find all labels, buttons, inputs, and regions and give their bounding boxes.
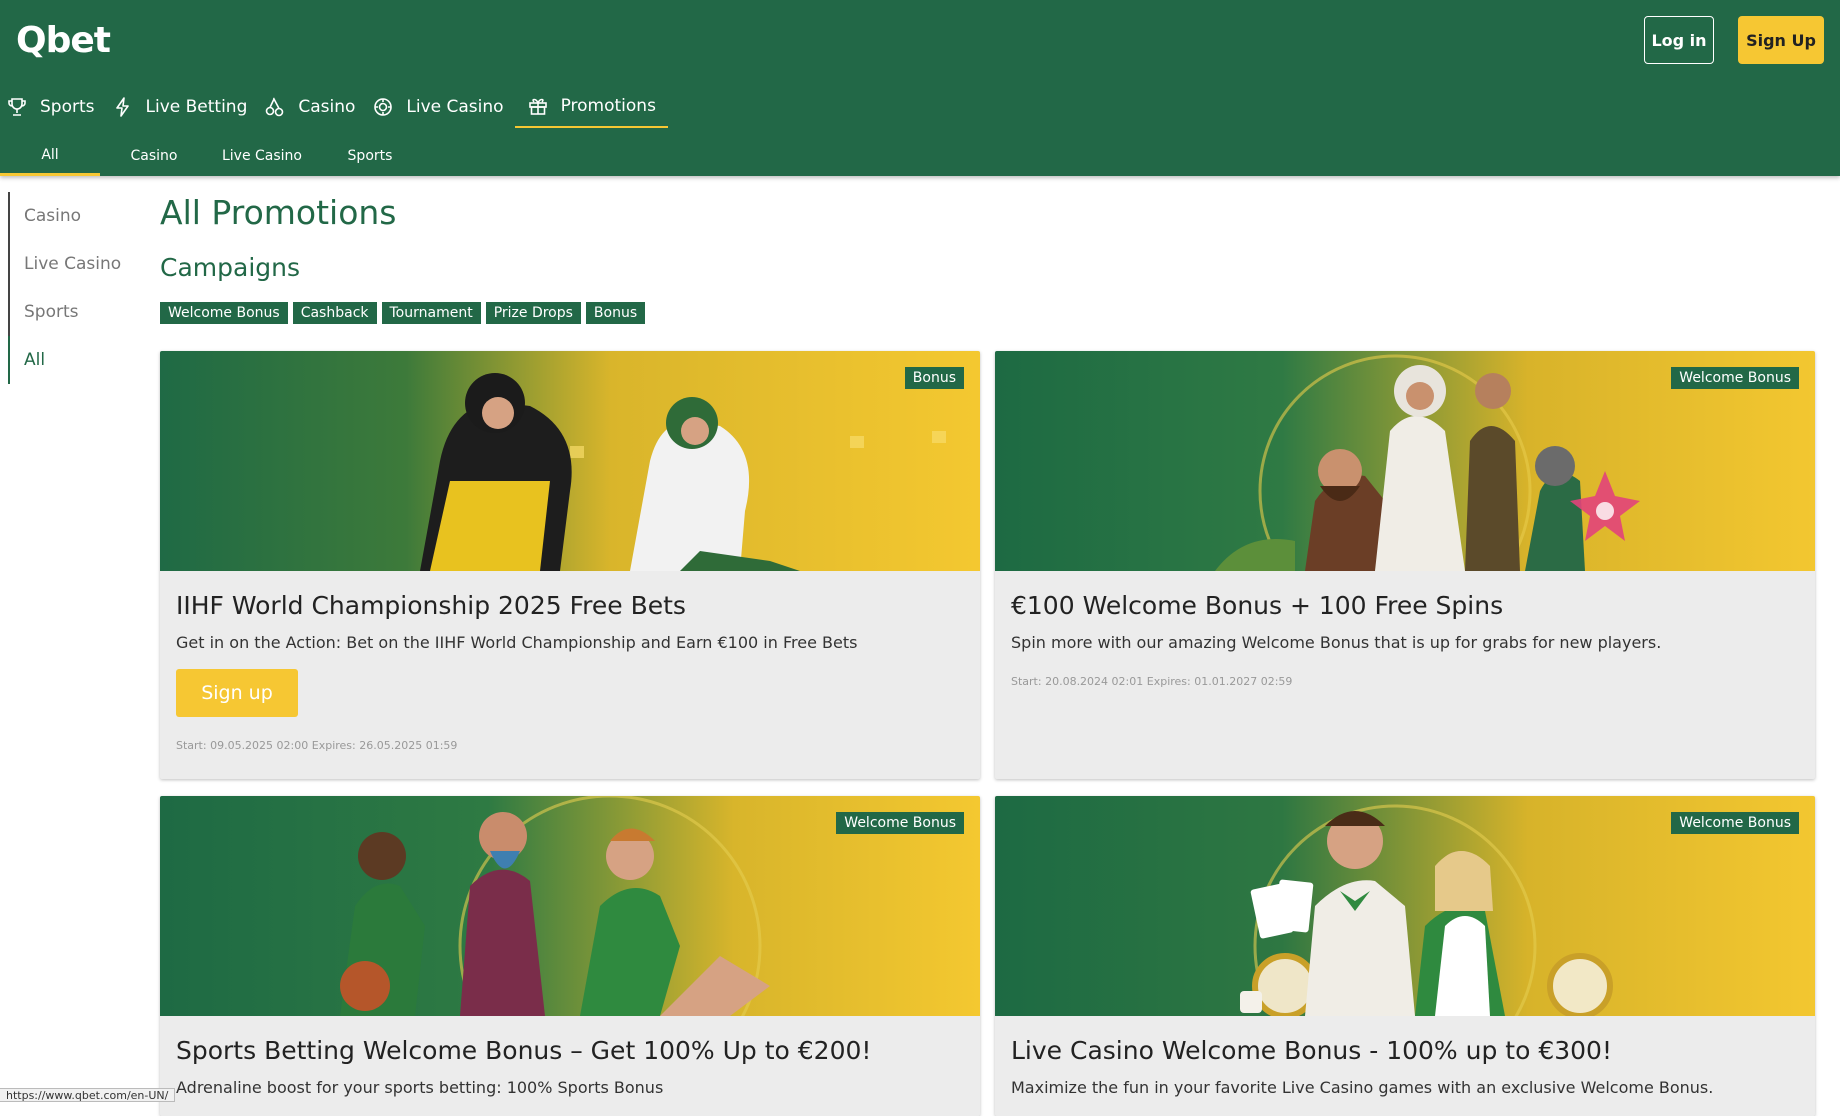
campaign-tags: Welcome Bonus Cashback Tournament Prize … (160, 302, 646, 324)
nav-item-sports[interactable]: Sports (0, 86, 106, 128)
promo-card[interactable]: Bonus IIHF World Championship 2025 Free … (160, 351, 980, 779)
subnav-tab-sports[interactable]: Sports (316, 136, 424, 176)
promo-banner-slots[interactable]: Welcome Bonus (995, 351, 1815, 571)
promo-signup-button[interactable]: Sign up (176, 669, 298, 717)
promo-description: Spin more with our amazing Welcome Bonus… (1011, 633, 1662, 652)
site-header: Qbet Log in Sign Up Sports Live Betting … (0, 0, 1840, 176)
nav-label: Promotions (560, 96, 656, 116)
qbet-logo[interactable]: Qbet (16, 20, 111, 61)
promo-description: Get in on the Action: Bet on the IIHF Wo… (176, 633, 858, 652)
promo-card[interactable]: Welcome Bonus Live Casino Welcome Bonus … (995, 796, 1815, 1116)
login-button[interactable]: Log in (1644, 16, 1714, 64)
promo-dates: Start: 20.08.2024 02:01 Expires: 01.01.2… (1011, 675, 1293, 688)
subnav-tab-live-casino[interactable]: Live Casino (208, 136, 316, 176)
promo-banner-live-casino[interactable]: Welcome Bonus (995, 796, 1815, 1016)
tag-prize-drops[interactable]: Prize Drops (485, 302, 581, 324)
nav-item-live-casino[interactable]: Live Casino (366, 86, 514, 128)
sidebar-item-sports[interactable]: Sports (8, 288, 138, 336)
nav-item-promotions[interactable]: Promotions (514, 86, 668, 128)
promo-badge: Welcome Bonus (1671, 812, 1799, 834)
promo-banner-hockey[interactable]: Bonus (160, 351, 980, 571)
promo-card[interactable]: Welcome Bonus Sports Betting Welcome Bon… (160, 796, 980, 1116)
nav-item-casino[interactable]: Casino (258, 86, 366, 128)
nav-label: Live Betting (145, 97, 248, 117)
promo-title[interactable]: €100 Welcome Bonus + 100 Free Spins (1011, 591, 1503, 620)
main-nav: Sports Live Betting Casino Live Casino P… (0, 86, 668, 128)
promo-badge: Welcome Bonus (1671, 367, 1799, 389)
nav-label: Live Casino (406, 97, 504, 117)
promo-dates: Start: 09.05.2025 02:00 Expires: 26.05.2… (176, 739, 458, 752)
nav-label: Sports (40, 97, 95, 117)
tag-cashback[interactable]: Cashback (292, 302, 377, 324)
nav-item-live-betting[interactable]: Live Betting (106, 86, 259, 128)
tag-tournament[interactable]: Tournament (381, 302, 481, 324)
subnav-tab-casino[interactable]: Casino (100, 136, 208, 176)
chip-icon (372, 96, 394, 118)
promo-title[interactable]: Live Casino Welcome Bonus - 100% up to €… (1011, 1036, 1612, 1065)
promotions-sidebar: Casino Live Casino Sports All (8, 192, 138, 384)
promo-banner-sports[interactable]: Welcome Bonus (160, 796, 980, 1016)
promo-description: Adrenaline boost for your sports betting… (176, 1078, 664, 1097)
gift-icon (527, 95, 549, 117)
sidebar-item-live-casino[interactable]: Live Casino (8, 240, 138, 288)
signup-button[interactable]: Sign Up (1738, 16, 1824, 64)
promo-description: Maximize the fun in your favorite Live C… (1011, 1078, 1714, 1097)
section-title: Campaigns (160, 253, 301, 282)
tag-bonus[interactable]: Bonus (585, 302, 646, 324)
sub-nav: All Casino Live Casino Sports (0, 136, 424, 176)
sidebar-item-all[interactable]: All (8, 336, 138, 384)
promo-card[interactable]: Welcome Bonus €100 Welcome Bonus + 100 F… (995, 351, 1815, 779)
nav-label: Casino (298, 97, 356, 117)
promo-badge: Welcome Bonus (836, 812, 964, 834)
promo-title[interactable]: IIHF World Championship 2025 Free Bets (176, 591, 686, 620)
trophy-icon (6, 96, 28, 118)
tag-welcome-bonus[interactable]: Welcome Bonus (160, 302, 288, 324)
subnav-tab-all[interactable]: All (0, 136, 100, 176)
cherries-icon (264, 96, 286, 118)
page-title: All Promotions (160, 193, 397, 232)
promo-title[interactable]: Sports Betting Welcome Bonus – Get 100% … (176, 1036, 871, 1065)
sidebar-item-casino[interactable]: Casino (8, 192, 138, 240)
lightning-icon (112, 96, 134, 118)
promo-badge: Bonus (904, 367, 964, 389)
